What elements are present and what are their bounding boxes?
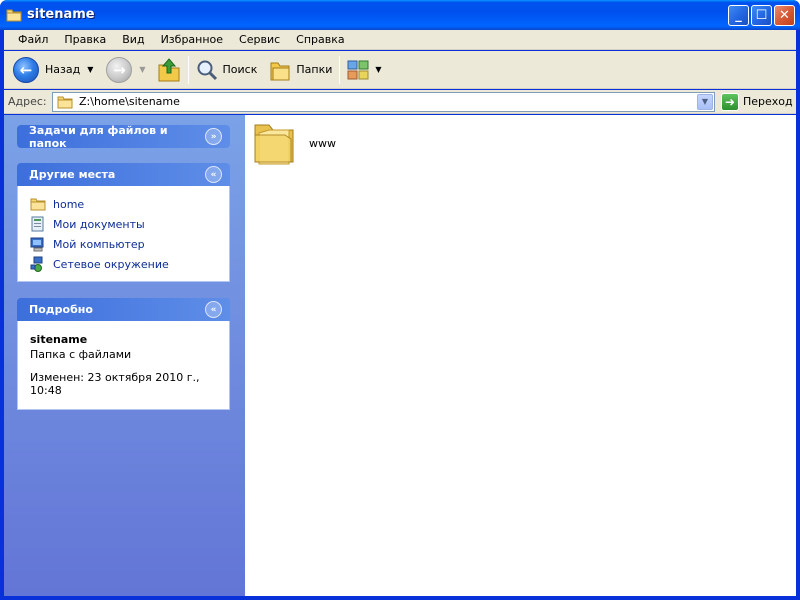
close-icon: ✕ [779,8,790,23]
window-title: sitename [27,7,95,22]
back-arrow-icon: ← [13,56,39,83]
tasks-panel: Задачи для файлов и папок » [17,123,230,150]
place-network[interactable]: Сетевое окружение [30,254,217,274]
menu-file[interactable]: Файл [10,33,56,46]
forward-button[interactable]: → [103,54,135,86]
content-area: Задачи для файлов и папок » Другие места… [4,115,796,596]
menu-view[interactable]: Вид [114,33,152,46]
task-pane: Задачи для файлов и папок » Другие места… [4,115,245,596]
minimize-button[interactable]: _ [728,5,749,26]
window-border-left [0,30,4,600]
network-icon [30,256,43,272]
menu-favorites[interactable]: Избранное [153,33,231,46]
address-label: Адрес: [8,95,47,108]
menu-help[interactable]: Справка [288,33,352,46]
folder-icon [30,198,46,211]
my-computer-icon [30,237,44,252]
expand-icon[interactable]: » [205,128,222,145]
collapse-icon[interactable]: « [205,166,222,183]
maximize-icon: ☐ [755,8,768,23]
other-places-body: home Мои документы Мой компьютер Сетевое… [17,186,230,282]
place-my-computer[interactable]: Мой компьютер [30,234,217,254]
up-folder-icon [158,57,180,81]
other-places-title: Другие места [29,168,116,181]
back-dropdown-icon[interactable]: ▼ [87,65,93,74]
close-button[interactable]: ✕ [774,5,795,26]
views-icon [347,60,369,79]
details-panel-title: Подробно [29,303,93,316]
back-button[interactable]: ← Назад [10,54,83,86]
toolbar: ← Назад ▼ → ▼ Поиск Папки ▼ [4,51,796,89]
other-places-panel: Другие места « home Мои документы Мой ко… [17,163,230,282]
my-documents-icon [31,216,44,232]
address-dropdown-icon[interactable]: ▼ [697,93,713,110]
back-label: Назад [45,63,81,76]
up-folder-button[interactable] [154,54,184,86]
file-name: www [309,136,336,150]
views-dropdown-icon: ▼ [375,65,382,74]
detail-modified: Изменен: 23 октября 2010 г., 10:48 [30,371,200,397]
address-input[interactable]: Z:\home\sitename ▼ [52,91,715,112]
title-bar[interactable]: sitename _ ☐ ✕ [0,0,800,30]
place-home[interactable]: home [30,194,217,214]
search-icon [197,60,217,80]
go-label: Переход [743,95,793,108]
place-my-documents[interactable]: Мои документы [30,214,217,234]
file-item-www[interactable]: www [251,119,336,167]
search-button[interactable]: Поиск [193,54,261,86]
forward-arrow-icon: → [106,56,133,83]
folders-label: Папки [296,63,333,76]
go-arrow-icon: ➜ [721,92,739,111]
details-panel-body: sitename Папка с файлами Изменен: 23 окт… [17,321,230,410]
menu-edit[interactable]: Правка [56,33,114,46]
detail-name: sitename [30,333,88,346]
folders-icon [270,62,290,80]
menu-tools[interactable]: Сервис [231,33,288,46]
other-places-header[interactable]: Другие места « [17,163,230,186]
toolbar-separator [187,55,189,84]
details-panel-header[interactable]: Подробно « [17,298,230,321]
minimize-icon: _ [735,8,742,23]
go-button[interactable]: ➜ Переход [721,92,793,111]
explorer-window: sitename _ ☐ ✕ Файл Правка Вид Избранное… [0,0,800,600]
place-label: Мой компьютер [53,237,145,251]
window-border-bottom [0,596,800,600]
forward-dropdown-icon[interactable]: ▼ [139,65,145,74]
place-label: Мои документы [53,217,145,231]
search-label: Поиск [222,63,258,76]
window-border-right [796,30,800,600]
address-path: Z:\home\sitename [79,95,180,108]
maximize-button[interactable]: ☐ [751,5,772,26]
details-panel: Подробно « sitename Папка с файлами Изме… [17,298,230,410]
folders-button[interactable]: Папки [266,54,335,86]
tasks-panel-header[interactable]: Задачи для файлов и папок » [17,123,230,150]
file-list: www [245,115,796,596]
folder-icon [57,96,73,108]
menu-bar: Файл Правка Вид Избранное Сервис Справка [4,30,796,50]
views-button[interactable]: ▼ [344,54,384,86]
place-label: home [53,197,85,211]
toolbar-separator [339,55,341,84]
folder-icon [254,124,294,165]
detail-type: Папка с файлами [30,348,132,361]
tasks-panel-title: Задачи для файлов и папок [29,123,168,150]
collapse-icon[interactable]: « [205,301,222,318]
address-bar: Адрес: Z:\home\sitename ▼ ➜ Переход [4,90,796,114]
place-label: Сетевое окружение [53,257,169,271]
folder-icon [6,9,22,22]
